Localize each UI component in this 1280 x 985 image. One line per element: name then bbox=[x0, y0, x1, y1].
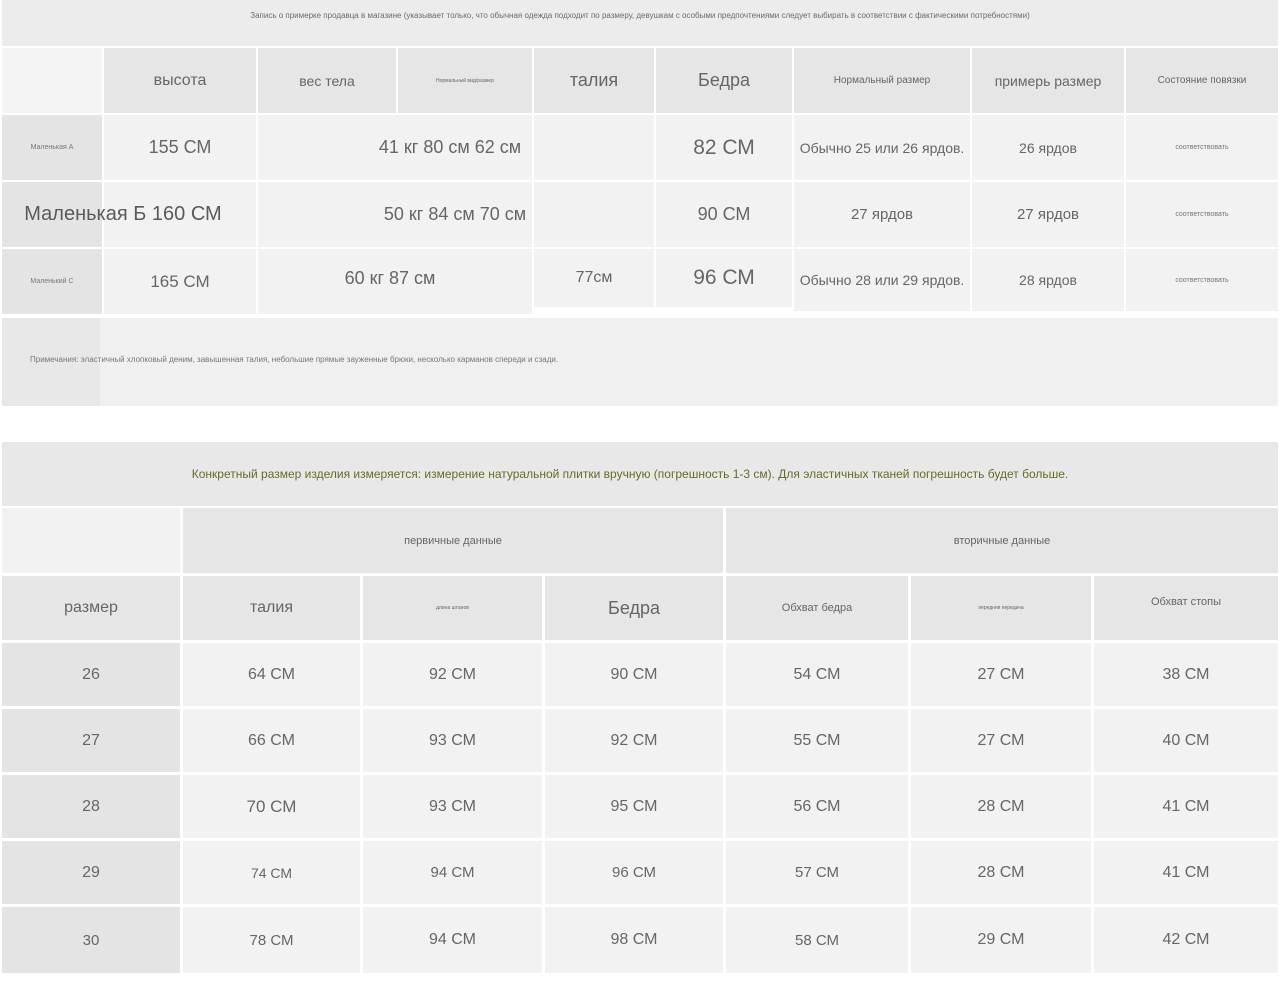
measure-cell-rise: 28 СМ bbox=[911, 775, 1091, 838]
measure-header-size: размер bbox=[2, 576, 180, 640]
fitting-header-weight: вес тела bbox=[258, 48, 396, 113]
measure-header-foot: Обхват стопы bbox=[1094, 576, 1278, 628]
fitting-header-fit-state: Состояние повязки bbox=[1126, 48, 1278, 113]
fitting-cell-try: 26 ярдов bbox=[972, 115, 1124, 180]
fitting-cell-fit: соответствовать bbox=[1126, 115, 1278, 180]
fitting-header-try-size: примерь размер bbox=[972, 48, 1124, 113]
fitting-header-waist: талия bbox=[534, 48, 654, 113]
fitting-row-label: Маленький С bbox=[2, 249, 102, 314]
measure-cell-length: 93 СМ bbox=[363, 709, 542, 772]
fitting-cell-try: 27 ярдов bbox=[972, 182, 1124, 247]
fitting-cell-waist bbox=[534, 115, 654, 180]
measure-cell-waist: 70 СМ bbox=[183, 775, 360, 838]
measure-header-waist: талия bbox=[183, 576, 360, 640]
measure-header-length: длина штанов bbox=[363, 576, 542, 640]
top-note: Запись о примерке продавца в магазине (у… bbox=[250, 10, 1030, 20]
measure-header-hips: Бедра bbox=[545, 576, 723, 640]
measure-cell-waist: 74 СМ bbox=[183, 841, 360, 904]
measure-cell-rise: 27 СМ bbox=[911, 643, 1091, 706]
measure-cell-hips: 95 СМ bbox=[545, 775, 723, 838]
fitting-cell-waist: 77см bbox=[534, 249, 654, 307]
measure-group-secondary: вторичные данные bbox=[726, 508, 1278, 573]
measure-header-foot-pad bbox=[1094, 628, 1278, 640]
measure-cell-hips: 92 СМ bbox=[545, 709, 723, 772]
measure-cell-hips: 90 СМ bbox=[545, 643, 723, 706]
measure-cell-foot: 42 СМ bbox=[1094, 907, 1278, 973]
fitting-row-label-combo: Маленькая Б 160 СМ bbox=[24, 203, 222, 225]
measure-header-thigh: Обхват бедра bbox=[726, 576, 908, 640]
fitting-cell-weight-combo: 41 кг 80 см 62 см bbox=[378, 137, 522, 157]
fitting-row-label: Маленькая А bbox=[2, 115, 102, 180]
measure-title: Конкретный размер изделия измеряется: из… bbox=[191, 467, 1069, 481]
measure-group-primary: первичные данные bbox=[183, 508, 723, 573]
notes-text: Примечания: эластичный хлопковый деним, … bbox=[30, 354, 559, 364]
measure-cell-foot: 41 СМ bbox=[1094, 775, 1278, 838]
fitting-cell-height: 155 СМ bbox=[104, 115, 256, 180]
measure-cell-thigh: 56 СМ bbox=[726, 775, 908, 838]
measure-cell-size: 30 bbox=[2, 907, 180, 973]
measure-cell-hips: 98 СМ bbox=[545, 907, 723, 973]
measure-cell-size: 27 bbox=[2, 709, 180, 772]
measure-cell-thigh: 58 СМ bbox=[726, 907, 908, 973]
measure-cell-size: 26 bbox=[2, 643, 180, 706]
measure-cell-length: 92 СМ bbox=[363, 643, 542, 706]
measure-cell-size: 29 bbox=[2, 841, 180, 904]
measure-cell-thigh: 54 СМ bbox=[726, 643, 908, 706]
measure-cell-rise: 28 СМ bbox=[911, 841, 1091, 904]
measure-cell-waist: 64 СМ bbox=[183, 643, 360, 706]
measure-cell-foot: 40 СМ bbox=[1094, 709, 1278, 772]
measure-cell-rise: 29 СМ bbox=[911, 907, 1091, 973]
measure-cell-length: 93 СМ bbox=[363, 775, 542, 838]
fitting-cell-hips: 96 СМ bbox=[656, 249, 792, 307]
measure-cell-thigh: 55 СМ bbox=[726, 709, 908, 772]
measure-cell-foot: 41 СМ bbox=[1094, 841, 1278, 904]
fitting-cell-try: 28 ярдов bbox=[972, 249, 1124, 311]
fitting-header-height: высота bbox=[104, 48, 256, 113]
fitting-cell-normal: Обычно 25 или 26 ярдов. bbox=[794, 115, 970, 180]
fitting-cell-height: 165 СМ bbox=[104, 249, 256, 314]
measure-cell-rise: 27 СМ bbox=[911, 709, 1091, 772]
fitting-header-hips: Бедра bbox=[656, 48, 792, 113]
fitting-cell-fit: соответствовать bbox=[1126, 182, 1278, 247]
measure-cell-size: 28 bbox=[2, 775, 180, 838]
fitting-header-normal-size: Нормальный размер bbox=[794, 48, 970, 113]
measure-cell-foot: 38 СМ bbox=[1094, 643, 1278, 706]
measure-cell-waist: 78 СМ bbox=[183, 907, 360, 973]
measure-cell-thigh: 57 СМ bbox=[726, 841, 908, 904]
fitting-cell-hips: 82 СМ bbox=[656, 115, 792, 180]
fitting-cell-normal: 27 ярдов bbox=[794, 182, 970, 247]
measure-header-corner bbox=[2, 508, 180, 573]
measure-cell-length: 94 СМ bbox=[363, 841, 542, 904]
fitting-header-corner bbox=[2, 48, 102, 113]
measure-cell-hips: 96 СМ bbox=[545, 841, 723, 904]
fitting-cell-normal: Обычно 28 или 29 ярдов. bbox=[794, 249, 970, 311]
fitting-header-tiny: Нормальный вид/размер bbox=[398, 48, 532, 113]
measure-header-rise: передняя передача bbox=[911, 576, 1091, 640]
measure-cell-waist: 66 СМ bbox=[183, 709, 360, 772]
measure-cell-length: 94 СМ bbox=[363, 907, 542, 973]
fitting-cell-fit: соответствовать bbox=[1126, 249, 1278, 311]
fitting-cell-hips: 90 СМ bbox=[656, 182, 792, 247]
fitting-cell-weight-combo: 50 кг 84 см 70 см bbox=[383, 204, 527, 224]
fitting-cell-weight-combo: 60 кг 87 см bbox=[344, 267, 436, 288]
